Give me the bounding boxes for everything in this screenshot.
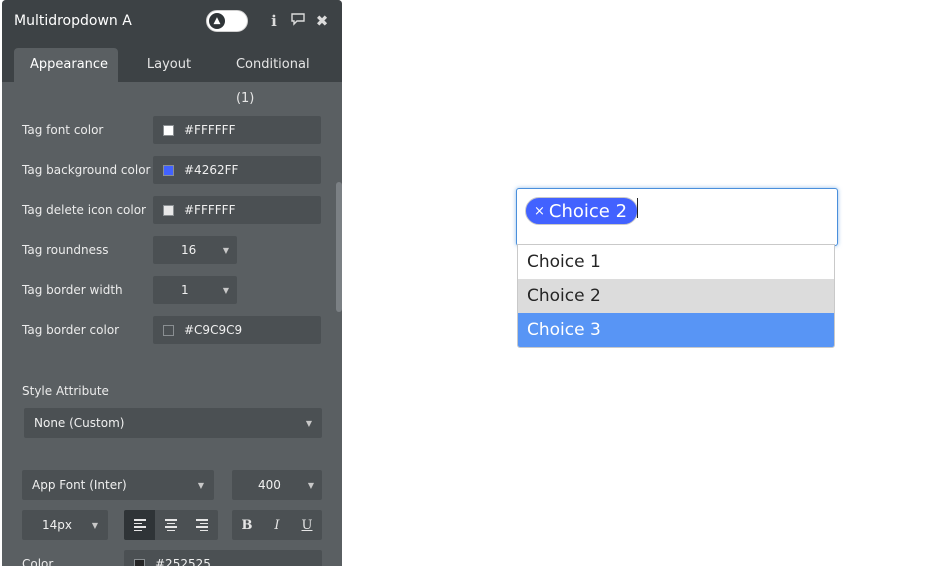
text-color-value: #252525 (155, 557, 211, 566)
tag-delete-icon[interactable]: × (534, 204, 545, 219)
row-text-color: Color #252525 (22, 550, 322, 566)
tag-border-width-select[interactable]: 1 ▼ (153, 276, 237, 304)
tag-background-color-value: #4262FF (184, 163, 239, 177)
align-right-icon (196, 519, 209, 531)
chevron-down-icon: ▼ (197, 480, 204, 490)
tag-background-color-label: Tag background color (22, 163, 151, 177)
tag-delete-icon-color-label: Tag delete icon color (22, 203, 146, 217)
align-left-button[interactable] (124, 510, 156, 540)
tag-border-color-label: Tag border color (22, 323, 120, 337)
align-center-button[interactable] (155, 510, 186, 540)
font-size-value: 14px (42, 518, 72, 532)
underline-button[interactable]: U (292, 510, 322, 540)
option-item[interactable]: Choice 3 (518, 313, 834, 347)
tag-border-width-label: Tag border width (22, 283, 123, 297)
row-tag-border-width: Tag border width 1 ▼ (22, 276, 322, 304)
info-icon[interactable]: ℹ (266, 12, 282, 30)
color-swatch[interactable] (134, 558, 145, 566)
tag-label: Choice 2 (548, 200, 628, 222)
row-tag-font-color: Tag font color #FFFFFF (22, 116, 322, 144)
row-tag-border-color: Tag border color #C9C9C9 (22, 316, 322, 344)
chevron-down-icon: ▼ (305, 418, 312, 428)
tag-font-color-field[interactable]: #FFFFFF (153, 116, 321, 144)
style-attribute-select[interactable]: None (Custom) ▼ (24, 408, 322, 438)
tag-roundness-label: Tag roundness (22, 243, 109, 257)
tab-layout[interactable]: Layout (120, 48, 218, 82)
panel-tabs: Appearance Layout Conditional (1) (2, 42, 342, 106)
text-color-field[interactable]: #252525 (124, 550, 322, 566)
row-tag-delete-icon-color: Tag delete icon color #FFFFFF (22, 196, 322, 224)
bold-button[interactable]: B (232, 510, 262, 540)
panel-titlebar: Multidropdown A ▲ ℹ ✖ (2, 0, 342, 42)
style-attribute-value: None (Custom) (34, 416, 125, 430)
text-color-label: Color (22, 557, 54, 566)
tag-roundness-value: 16 (181, 243, 197, 257)
row-tag-roundness: Tag roundness 16 ▼ (22, 236, 322, 264)
option-item[interactable]: Choice 2 (518, 279, 834, 313)
triangle-icon: ▲ (209, 13, 225, 29)
row-tag-background-color: Tag background color #4262FF (22, 156, 322, 184)
text-style-group: B I U (232, 510, 322, 540)
multidropdown-input[interactable]: × Choice 2 (516, 188, 838, 246)
chevron-down-icon: ▼ (91, 520, 98, 530)
font-family-select[interactable]: App Font (Inter) ▼ (22, 470, 214, 500)
align-center-icon (164, 519, 177, 531)
tab-appearance[interactable]: Appearance (14, 48, 118, 82)
multidropdown-options: Choice 1 Choice 2 Choice 3 (517, 244, 835, 348)
color-swatch[interactable] (163, 324, 174, 336)
align-right-button[interactable] (187, 510, 218, 540)
font-weight-value: 400 (258, 478, 281, 492)
chevron-down-icon: ▼ (307, 480, 314, 490)
align-left-icon (133, 519, 146, 531)
style-attribute-label: Style Attribute (22, 384, 109, 398)
font-weight-select[interactable]: 400 ▼ (232, 470, 322, 500)
tag-font-color-value: #FFFFFF (184, 123, 236, 137)
close-icon[interactable]: ✖ (314, 12, 330, 30)
element-toggle[interactable]: ▲ (206, 10, 248, 32)
color-swatch[interactable] (163, 164, 174, 176)
color-swatch[interactable] (163, 204, 174, 216)
font-family-value: App Font (Inter) (32, 478, 127, 492)
font-size-select[interactable]: 14px ▼ (22, 510, 108, 540)
color-swatch[interactable] (163, 124, 174, 136)
comment-icon[interactable] (290, 12, 306, 30)
text-cursor (637, 198, 638, 218)
selected-tag: × Choice 2 (525, 197, 639, 225)
tag-border-width-value: 1 (181, 283, 189, 297)
chevron-down-icon: ▼ (222, 245, 229, 255)
text-align-group (124, 510, 218, 540)
panel-content: Tag font color #FFFFFF Tag background co… (2, 82, 342, 566)
panel-scrollbar[interactable] (336, 182, 342, 312)
tab-conditional[interactable]: Conditional (1) (220, 48, 340, 106)
property-editor-panel: Multidropdown A ▲ ℹ ✖ Appearance Layout … (2, 0, 342, 566)
chevron-down-icon: ▼ (222, 285, 229, 295)
tag-roundness-select[interactable]: 16 ▼ (153, 236, 237, 264)
tag-border-color-value: #C9C9C9 (184, 323, 243, 337)
tag-border-color-field[interactable]: #C9C9C9 (153, 316, 321, 344)
italic-button[interactable]: I (262, 510, 292, 540)
option-item[interactable]: Choice 1 (518, 245, 834, 279)
tag-delete-icon-color-field[interactable]: #FFFFFF (153, 196, 321, 224)
tag-background-color-field[interactable]: #4262FF (153, 156, 321, 184)
tag-delete-icon-color-value: #FFFFFF (184, 203, 236, 217)
panel-title: Multidropdown A (14, 13, 132, 29)
tag-font-color-label: Tag font color (22, 123, 104, 137)
